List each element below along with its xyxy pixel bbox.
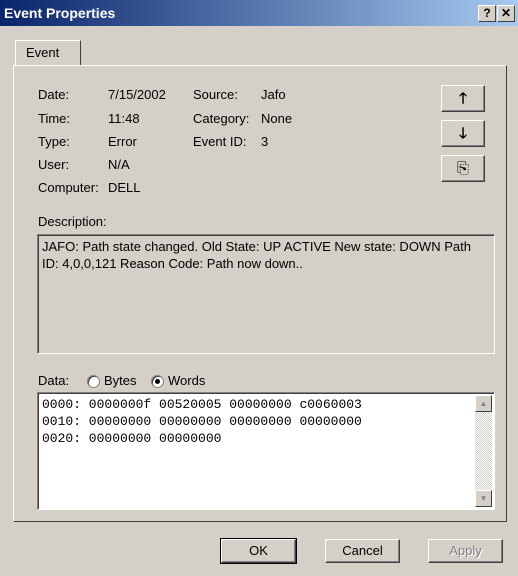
user-value: N/A (108, 157, 130, 172)
previous-event-button[interactable]: 🡑 (441, 85, 485, 112)
category-label: Category: (193, 111, 250, 126)
category-value: None (261, 111, 293, 126)
user-label: User: (38, 157, 70, 172)
cancel-button[interactable]: Cancel (325, 539, 400, 563)
data-scrollbar[interactable]: ▲ ▼ (475, 395, 492, 507)
next-event-button[interactable]: 🡓 (441, 120, 485, 147)
data-lines: 0000: 0000000f 00520005 00000000 c006000… (42, 396, 362, 447)
description-label: Description: (38, 214, 107, 229)
data-line: 0000: 0000000f 00520005 00000000 c006000… (42, 397, 362, 412)
time-label: Time: (38, 111, 71, 126)
data-label: Data: (38, 373, 70, 388)
scroll-down-button[interactable]: ▼ (475, 490, 492, 507)
title-bar: Event Properties ? ✕ (0, 0, 518, 26)
scroll-down-icon: ▼ (479, 494, 488, 503)
help-button[interactable]: ? (478, 5, 496, 22)
apply-button[interactable]: Apply (428, 539, 503, 563)
words-label: Words (168, 373, 206, 388)
arrow-down-icon: 🡓 (459, 125, 467, 142)
data-box[interactable]: 0000: 0000000f 00520005 00000000 c006000… (37, 392, 495, 510)
bytes-radio[interactable] (87, 375, 100, 388)
ok-button[interactable]: OK (220, 538, 297, 564)
description-text: JAFO: Path state changed. Old State: UP … (42, 239, 471, 271)
data-line: 0020: 00000000 00000000 (42, 431, 222, 446)
event-id-label: Event ID: (193, 134, 247, 149)
computer-label: Computer: (38, 180, 99, 195)
event-id-value: 3 (261, 134, 269, 149)
tab-event-label: Event (26, 45, 60, 60)
arrow-up-icon: 🡑 (459, 90, 467, 107)
data-line: 0010: 00000000 00000000 00000000 0000000… (42, 414, 362, 429)
computer-value: DELL (108, 180, 141, 195)
window-title: Event Properties (4, 5, 116, 21)
type-label: Type: (38, 134, 70, 149)
date-value: 7/15/2002 (108, 87, 166, 102)
bytes-label: Bytes (104, 373, 137, 388)
radio-selected-dot (155, 379, 160, 384)
time-value: 11:48 (108, 111, 140, 126)
close-button[interactable]: ✕ (497, 5, 515, 22)
type-value: Error (108, 134, 137, 149)
scroll-up-icon: ▲ (479, 399, 488, 408)
source-value: Jafo (261, 87, 286, 102)
words-radio[interactable] (151, 375, 164, 388)
copy-button[interactable]: ⎘ (441, 155, 485, 182)
description-box[interactable]: JAFO: Path state changed. Old State: UP … (37, 234, 495, 354)
copy-icon: ⎘ (456, 160, 469, 177)
source-label: Source: (193, 87, 238, 102)
scroll-up-button[interactable]: ▲ (475, 395, 492, 412)
tab-event[interactable]: Event (15, 40, 81, 65)
date-label: Date: (38, 87, 70, 102)
